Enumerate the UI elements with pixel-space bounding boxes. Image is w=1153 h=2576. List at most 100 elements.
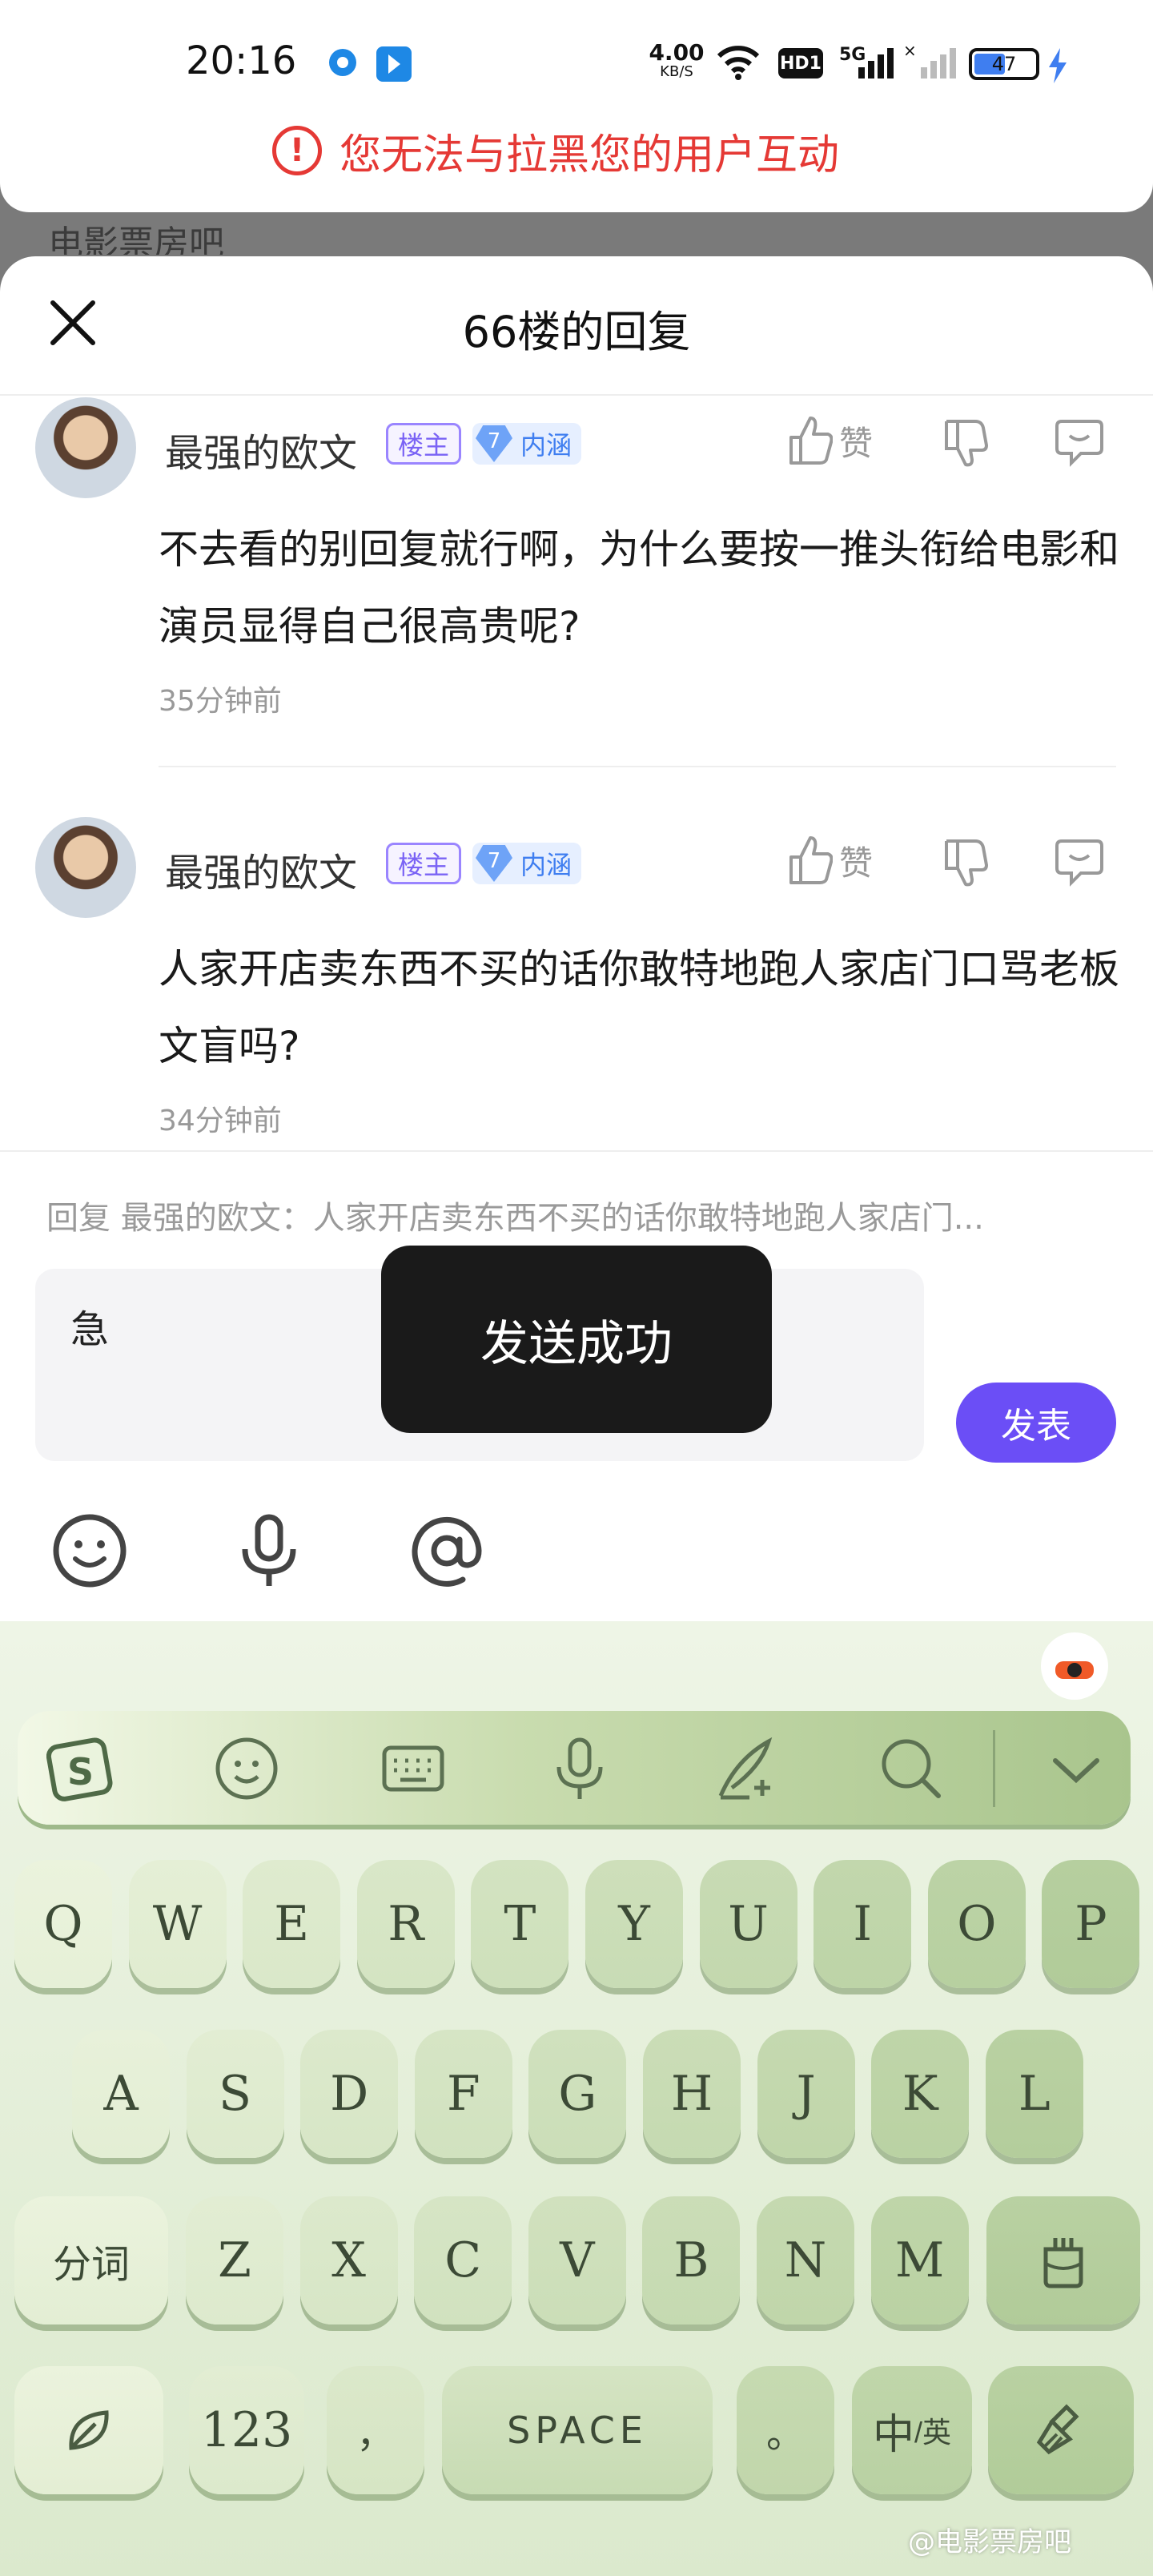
key-language-toggle[interactable]: 中/英 [852, 2366, 972, 2494]
watermark: @电影票房吧 [908, 2526, 1071, 2558]
comment-username[interactable]: 最强的欧文 [165, 421, 357, 477]
key-v[interactable]: V [528, 2196, 626, 2324]
emoji-icon[interactable] [213, 1735, 280, 1802]
key-n[interactable]: N [757, 2196, 854, 2324]
publish-button[interactable]: 发表 [956, 1383, 1116, 1463]
comment-text: 不去看的别回复就行啊，为什么要按一推头衔给电影和演员显得自己很高贵呢? [159, 526, 1119, 650]
level-gem-icon: 7 [476, 845, 512, 882]
delete-icon [1043, 2238, 1083, 2288]
key-o[interactable]: O [927, 1860, 1026, 1988]
comment-text: 人家开店卖东西不买的话你敢特地跑人家店门口骂老板文盲吗? [159, 946, 1119, 1069]
owner-badge: 楼主 [386, 843, 462, 884]
thumbs-down-icon [945, 839, 988, 887]
composer-divider [0, 1150, 1153, 1152]
thumbs-up-icon [789, 836, 833, 884]
key-numbers[interactable]: 123 [189, 2366, 304, 2494]
charging-icon [1046, 48, 1068, 83]
reply-bubble-button[interactable] [1054, 417, 1105, 471]
key-e[interactable]: E [243, 1860, 341, 1988]
key-period[interactable]: 。 [737, 2366, 834, 2494]
key-f[interactable]: F [414, 2030, 512, 2158]
wifi-icon [716, 43, 761, 82]
level-gem-icon: 7 [476, 425, 512, 462]
warning-text: 您无法与拉黑您的用户互动 [339, 131, 840, 179]
dislike-button[interactable] [943, 836, 988, 891]
app-notification-icon [327, 46, 359, 78]
warning-icon: ! [272, 126, 322, 175]
key-b[interactable]: B [642, 2196, 741, 2324]
search-icon[interactable] [878, 1735, 945, 1802]
key-comma[interactable]: ， [327, 2366, 424, 2494]
key-j[interactable]: J [757, 2030, 855, 2158]
key-x[interactable]: X [299, 2196, 398, 2324]
comment-divider [159, 766, 1116, 767]
battery-icon: 47 [969, 48, 1039, 80]
key-k[interactable]: K [871, 2030, 970, 2158]
reply-bubble-button[interactable] [1054, 836, 1105, 891]
sogou-logo-icon[interactable]: S [46, 1735, 114, 1802]
app-notification-icon-2 [376, 46, 412, 82]
key-z[interactable]: Z [186, 2196, 283, 2324]
keyboard-mascot-icon[interactable] [1041, 1632, 1108, 1700]
signal-5g-icon: 5G [839, 42, 895, 83]
key-delete[interactable] [986, 2196, 1140, 2324]
key-l[interactable]: L [985, 2030, 1083, 2158]
key-h[interactable]: H [643, 2030, 741, 2158]
key-i[interactable]: I [814, 1860, 912, 1988]
emoji-icon[interactable] [50, 1511, 130, 1591]
key-c[interactable]: C [414, 2196, 512, 2324]
key-y[interactable]: Y [585, 1860, 683, 1988]
key-d[interactable]: D [300, 2030, 399, 2158]
reply-input-value[interactable]: 急 [70, 1298, 109, 1354]
svg-text:S: S [67, 1750, 94, 1793]
chevron-down-icon[interactable] [1043, 1735, 1110, 1802]
key-w[interactable]: W [128, 1860, 227, 1988]
like-button[interactable]: 赞 [788, 415, 873, 466]
key-p[interactable]: P [1042, 1860, 1140, 1988]
mention-icon[interactable] [407, 1511, 487, 1591]
like-button[interactable]: 赞 [788, 835, 873, 886]
thumbs-down-icon [945, 420, 988, 467]
key-s[interactable]: S [186, 2030, 284, 2158]
key-emoji-leaf[interactable] [14, 2366, 163, 2494]
toast: 发送成功 [381, 1246, 772, 1433]
key-a[interactable]: A [72, 2030, 170, 2158]
sheet-title: 66楼的回复 [462, 307, 691, 357]
reply-target-hint: 回复 最强的欧文：人家开店卖东西不买的话你敢特地跑人家店门... [46, 1200, 984, 1237]
avatar[interactable] [35, 817, 136, 918]
leaf-icon [69, 2410, 109, 2450]
toolbar-separator [993, 1730, 995, 1807]
comment-bubble-icon [1055, 839, 1103, 887]
net-speed: 4.00 KB/S [649, 39, 705, 81]
level-badge: 7 内涵 [472, 423, 582, 465]
close-icon[interactable] [46, 296, 99, 349]
key-t[interactable]: T [471, 1860, 569, 1988]
hd-indicator: HD1 [778, 48, 823, 78]
status-time: 20:16 [186, 38, 297, 83]
key-r[interactable]: R [356, 1860, 455, 1988]
comment-username[interactable]: 最强的欧文 [165, 841, 357, 897]
comment-time: 34分钟前 [159, 1105, 282, 1137]
comment-time: 35分钟前 [159, 685, 282, 718]
key-segment[interactable]: 分词 [14, 2196, 168, 2324]
keyboard-icon[interactable] [380, 1735, 447, 1802]
voice-input-icon[interactable] [546, 1735, 613, 1802]
blocked-warning: ! 您无法与拉黑您的用户互动 [272, 120, 881, 181]
broom-icon [1036, 2404, 1079, 2455]
owner-badge: 楼主 [386, 423, 462, 465]
key-q[interactable]: Q [14, 1860, 112, 1988]
dislike-button[interactable] [943, 417, 988, 471]
key-broom[interactable] [988, 2366, 1134, 2494]
microphone-icon[interactable] [229, 1511, 309, 1591]
handwriting-icon[interactable] [713, 1735, 780, 1802]
key-u[interactable]: U [699, 1860, 797, 1988]
signal-sim2-icon: × [902, 42, 958, 83]
key-m[interactable]: M [870, 2196, 969, 2324]
level-badge: 7 内涵 [472, 843, 582, 884]
key-space[interactable]: SPACE [442, 2366, 713, 2494]
avatar[interactable] [35, 397, 136, 498]
comment-bubble-icon [1055, 420, 1103, 467]
thumbs-up-icon [789, 417, 833, 465]
key-g[interactable]: G [528, 2030, 627, 2158]
background-forum-name: 电影票房吧 [48, 223, 224, 255]
